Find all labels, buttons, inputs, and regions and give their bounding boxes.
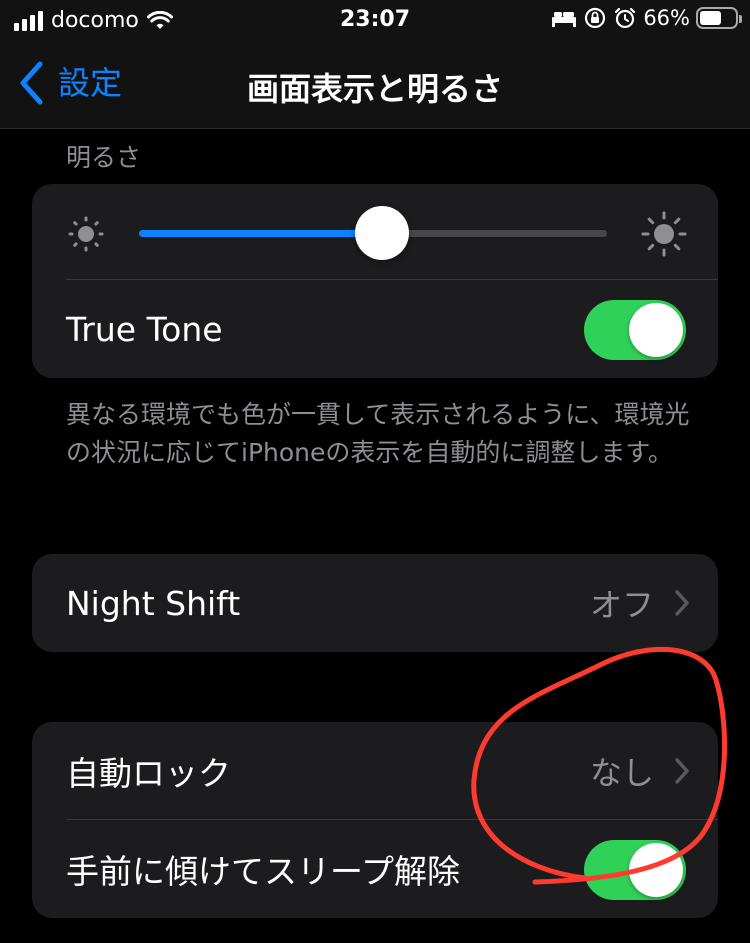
battery-fill <box>700 11 722 25</box>
auto-lock-label: 自動ロック <box>66 754 231 793</box>
battery-icon <box>696 7 742 29</box>
true-tone-toggle[interactable] <box>584 300 686 360</box>
true-tone-description: 異なる環境でも色が一貫して表示されるように、環境光の状況に応じてiPhoneの表… <box>66 400 690 467</box>
section-header-brightness: 明るさ <box>66 143 142 172</box>
night-shift-group: Night Shift オフ <box>32 554 718 652</box>
toggle-knob <box>629 843 683 897</box>
raise-to-wake-label: 手前に傾けてスリープ解除 <box>66 852 461 891</box>
brightness-slider-thumb[interactable] <box>355 206 410 260</box>
auto-lock-row[interactable]: 自動ロック なし <box>32 722 718 820</box>
sun-small-icon <box>68 216 104 252</box>
alarm-icon <box>615 7 636 29</box>
toggle-knob <box>629 303 683 357</box>
true-tone-row: True Tone <box>32 280 718 378</box>
chevron-right-icon <box>675 590 689 616</box>
bed-icon <box>552 12 577 27</box>
night-shift-value: オフ <box>589 586 654 624</box>
brightness-slider-fill <box>139 230 383 237</box>
navigation-bar: 設定 画面表示と明るさ <box>0 42 750 129</box>
orientation-lock-icon <box>585 7 606 29</box>
brightness-slider[interactable] <box>139 206 607 260</box>
lock-group: 自動ロック なし 手前に傾けてスリープ解除 <box>32 722 718 918</box>
chevron-right-icon <box>675 758 689 784</box>
auto-lock-value: なし <box>589 754 654 792</box>
raise-to-wake-toggle[interactable] <box>584 840 686 900</box>
brightness-group: True Tone <box>32 184 718 378</box>
battery-percent: 66% <box>643 6 690 30</box>
status-right: 66% <box>551 6 742 30</box>
page-title: 画面表示と明るさ <box>246 70 503 108</box>
sun-large-icon <box>641 211 687 257</box>
true-tone-label: True Tone <box>66 309 223 349</box>
night-shift-label: Night Shift <box>66 583 241 623</box>
brightness-slider-row <box>32 184 718 280</box>
status-bar: docomo 23:07 66% <box>0 0 750 42</box>
raise-to-wake-row: 手前に傾けてスリープ解除 <box>32 820 718 918</box>
night-shift-row[interactable]: Night Shift オフ <box>32 554 718 652</box>
